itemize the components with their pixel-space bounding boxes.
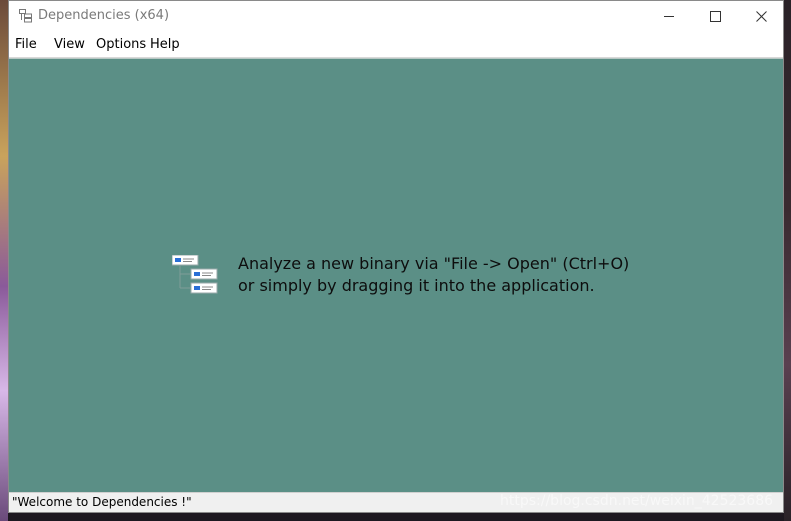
main-content-area[interactable]: Analyze a new binary via "File -> Open" … bbox=[9, 58, 783, 492]
welcome-message: Analyze a new binary via "File -> Open" … bbox=[238, 253, 629, 297]
window-title: Dependencies (x64) bbox=[38, 8, 170, 23]
dependencies-app-icon bbox=[19, 9, 32, 23]
desktop-wallpaper-right bbox=[784, 0, 791, 521]
menu-help[interactable]: Help bbox=[150, 37, 180, 52]
menu-view[interactable]: View bbox=[54, 37, 85, 52]
dependency-tree-icon bbox=[172, 255, 218, 294]
welcome-line-2: or simply by dragging it into the applic… bbox=[238, 276, 595, 295]
watermark-text: https://blog.csdn.net/weixin_42523686 bbox=[500, 493, 774, 509]
app-window: Dependencies (x64) File View Options Hel… bbox=[8, 0, 784, 513]
welcome-line-1: Analyze a new binary via "File -> Open" … bbox=[238, 254, 630, 273]
desktop-wallpaper-left bbox=[0, 0, 8, 521]
close-button[interactable] bbox=[738, 1, 784, 32]
menu-bar: File View Options Help bbox=[9, 32, 783, 58]
minimize-button[interactable] bbox=[646, 1, 692, 32]
menu-file[interactable]: File bbox=[15, 37, 37, 52]
maximize-icon bbox=[709, 11, 721, 22]
menu-options[interactable]: Options bbox=[96, 37, 146, 52]
close-icon bbox=[755, 11, 767, 22]
maximize-button[interactable] bbox=[692, 1, 738, 32]
minimize-icon bbox=[663, 16, 674, 17]
title-bar[interactable]: Dependencies (x64) bbox=[9, 1, 783, 32]
status-text: "Welcome to Dependencies !" bbox=[12, 495, 192, 509]
